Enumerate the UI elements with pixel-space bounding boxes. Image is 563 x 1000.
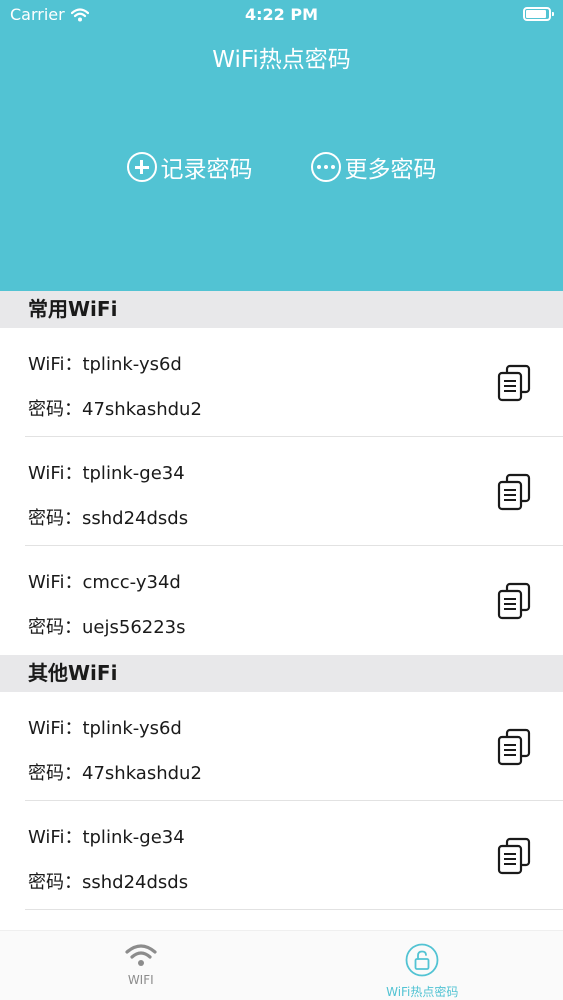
tab-wifi-label: WIFI <box>127 973 154 987</box>
record-password-label: 记录密码 <box>160 157 253 183</box>
copy-icon[interactable] <box>496 473 532 511</box>
list-item: WiFi：tplink-ge34 密码：sshd24dsds <box>0 437 563 546</box>
list-item: WiFi：tplink-ys6d 密码：47shkashdu2 <box>0 692 563 801</box>
copy-icon[interactable] <box>496 582 532 620</box>
wifi-ssid: WiFi：tplink-ys6d <box>28 718 182 739</box>
copy-icon[interactable] <box>496 728 532 766</box>
wifi-ssid: WiFi：tplink-ge34 <box>28 827 185 848</box>
tab-wifi-password-label: WiFi热点密码 <box>386 985 459 999</box>
more-passwords-label: 更多密码 <box>344 157 437 183</box>
list-item: WiFi：cmcc-y34d 密码：uejs56223s <box>0 546 563 655</box>
wifi-password: 密码：uejs56223s <box>28 617 186 638</box>
status-bar: Carrier 4:22 PM <box>0 0 563 30</box>
header-banner: Carrier 4:22 PM WiFi热点密码 记录密码 更多密码 <box>0 0 563 291</box>
more-passwords-button[interactable]: 更多密码 <box>310 150 437 184</box>
battery-icon <box>523 7 554 21</box>
tab-wifi[interactable]: WIFI <box>0 931 282 1000</box>
list-item: WiFi：tplink-ys6d 密码：47shkashdu2 <box>0 328 563 437</box>
copy-icon[interactable] <box>496 364 532 402</box>
page-title: WiFi热点密码 <box>212 47 351 73</box>
wifi-password: 密码：sshd24dsds <box>28 872 189 893</box>
wifi-password: 密码：47shkashdu2 <box>28 763 202 784</box>
wifi-ssid: WiFi：cmcc-y34d <box>28 572 181 593</box>
wifi-password: 密码：47shkashdu2 <box>28 399 202 420</box>
tab-bar: WIFI WiFi热点密码 <box>0 930 563 1000</box>
section-header-common: 常用WiFi <box>0 291 563 328</box>
action-bar: 记录密码 更多密码 <box>0 150 563 184</box>
copy-icon[interactable] <box>496 837 532 875</box>
tab-wifi-password[interactable]: WiFi热点密码 <box>282 931 563 1000</box>
list-item: WiFi：tplink-ge34 密码：sshd24dsds <box>0 801 563 910</box>
status-time: 4:22 PM <box>244 5 318 24</box>
wifi-ssid: WiFi：tplink-ge34 <box>28 463 185 484</box>
wifi-ssid: WiFi：tplink-ys6d <box>28 354 182 375</box>
row-divider <box>25 909 563 910</box>
section-header-other: 其他WiFi <box>0 655 563 692</box>
record-password-button[interactable]: 记录密码 <box>126 150 253 184</box>
unlock-icon <box>405 943 439 977</box>
more-circle-icon <box>310 152 341 182</box>
plus-circle-icon <box>126 152 157 182</box>
wifi-icon <box>125 944 157 966</box>
wifi-password: 密码：sshd24dsds <box>28 508 189 529</box>
